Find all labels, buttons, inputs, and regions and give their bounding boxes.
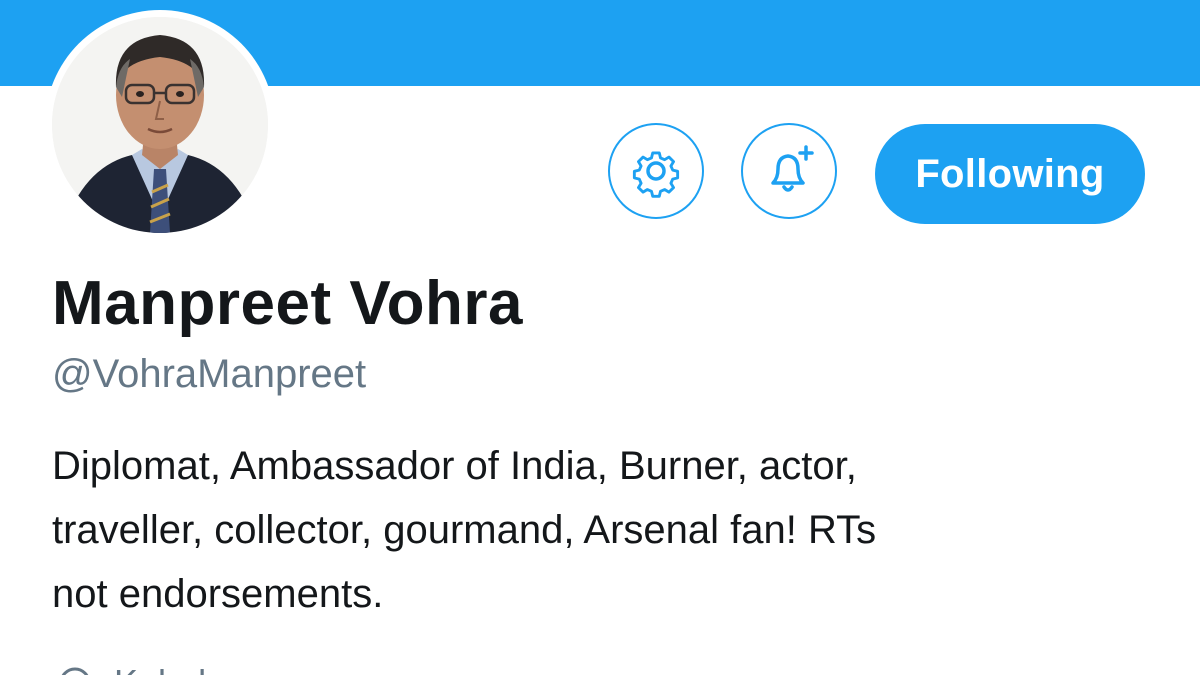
bio-line: Diplomat, Ambassador of India, Burner, a… [52,444,857,488]
settings-button[interactable] [608,123,704,219]
notifications-button[interactable] [741,123,837,219]
following-button[interactable]: Following [875,124,1145,224]
avatar-image [52,17,268,233]
location-pin-icon [61,667,89,675]
location-text: Kabul [114,662,206,675]
profile-bio: Diplomat, Ambassador of India, Burner, a… [52,434,1152,626]
profile-name: Manpreet Vohra [52,269,523,338]
profile-page: Following Manpreet Vohra @VohraManpreet … [0,0,1200,675]
profile-handle[interactable]: @VohraManpreet [52,352,366,397]
gear-icon [632,151,680,198]
bio-line: traveller, collector, gourmand, Arsenal … [52,508,877,552]
bio-line: not endorsements. [52,572,384,616]
avatar[interactable] [52,17,268,233]
bell-plus-icon [771,145,814,192]
profile-location: Kabul [58,662,206,675]
